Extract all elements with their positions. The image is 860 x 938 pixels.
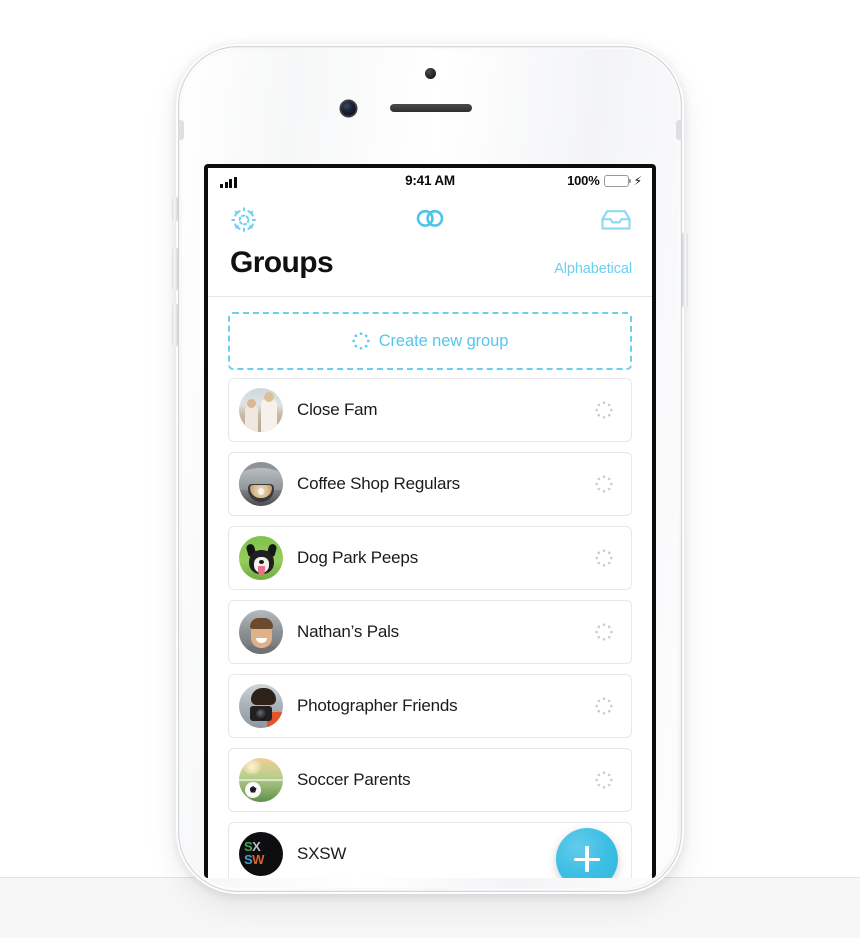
latte-photo-avatar <box>239 462 283 506</box>
inbox-tray-icon[interactable] <box>600 207 632 233</box>
page-title: Groups <box>230 246 334 279</box>
create-new-group-label: Create new group <box>378 331 509 350</box>
volume-up-button[interactable] <box>172 247 178 291</box>
battery-percent-label: 100% <box>567 173 600 188</box>
sxsw-letter-s2: S <box>244 852 253 867</box>
list-item[interactable]: Nathan’s Pals <box>228 600 632 664</box>
dotted-circle-icon[interactable] <box>595 771 613 794</box>
sxsw-logo-avatar: SX SW <box>239 832 283 876</box>
soccer-ball-photo-avatar <box>239 758 283 802</box>
antenna-band-left <box>178 120 184 140</box>
gear-icon[interactable] <box>228 204 260 236</box>
header-divider <box>208 296 652 297</box>
mute-switch-button[interactable] <box>172 196 178 222</box>
volume-down-button[interactable] <box>172 303 178 347</box>
phone-screen: 9:41 AM 100% ⚡ Groups Alphabetical Creat… <box>208 168 652 878</box>
list-item-label: Photographer Friends <box>297 696 458 715</box>
family-photo-avatar <box>239 388 283 432</box>
battery-full-icon <box>603 174 631 187</box>
list-item-label: Nathan’s Pals <box>297 622 399 641</box>
dotted-circle-icon[interactable] <box>595 623 613 646</box>
photographer-photo-avatar <box>239 684 283 728</box>
list-item-label: Soccer Parents <box>297 770 411 789</box>
dotted-circle-icon <box>352 332 370 350</box>
sxsw-letter-w: W <box>252 852 264 867</box>
earpiece-speaker <box>390 104 472 112</box>
status-bar-right: 100% ⚡ <box>567 173 642 188</box>
list-item[interactable]: Soccer Parents <box>228 748 632 812</box>
dog-photo-avatar <box>239 536 283 580</box>
list-item-label: Close Fam <box>297 400 378 419</box>
list-item[interactable]: Close Fam <box>228 378 632 442</box>
list-item-label: Coffee Shop Regulars <box>297 474 460 493</box>
nav-icon-bar <box>208 198 652 242</box>
sort-order-link[interactable]: Alphabetical <box>554 261 632 277</box>
dotted-circle-icon[interactable] <box>595 549 613 572</box>
status-bar: 9:41 AM 100% ⚡ <box>208 168 652 198</box>
power-button[interactable] <box>682 232 688 308</box>
dotted-circle-icon[interactable] <box>595 401 613 424</box>
dotted-circle-icon[interactable] <box>595 475 613 498</box>
create-new-group-button[interactable]: Create new group <box>228 312 632 370</box>
lightning-bolt-icon: ⚡ <box>633 173 642 188</box>
list-item[interactable]: Photographer Friends <box>228 674 632 738</box>
list-item[interactable]: Coffee Shop Regulars <box>228 452 632 516</box>
antenna-band-right <box>676 120 682 140</box>
list-item-label: SXSW <box>297 844 347 863</box>
man-portrait-avatar <box>239 610 283 654</box>
header-row: Groups Alphabetical <box>208 240 652 296</box>
groups-list: Close Fam Coffee Shop Regulars Dog Park … <box>208 378 652 878</box>
dotted-circle-icon[interactable] <box>595 697 613 720</box>
proximity-sensor-icon <box>425 68 436 79</box>
list-item[interactable]: Dog Park Peeps <box>228 526 632 590</box>
list-item-label: Dog Park Peeps <box>297 548 418 567</box>
two-circles-logo-icon[interactable] <box>414 204 446 236</box>
front-camera-icon <box>341 101 356 116</box>
